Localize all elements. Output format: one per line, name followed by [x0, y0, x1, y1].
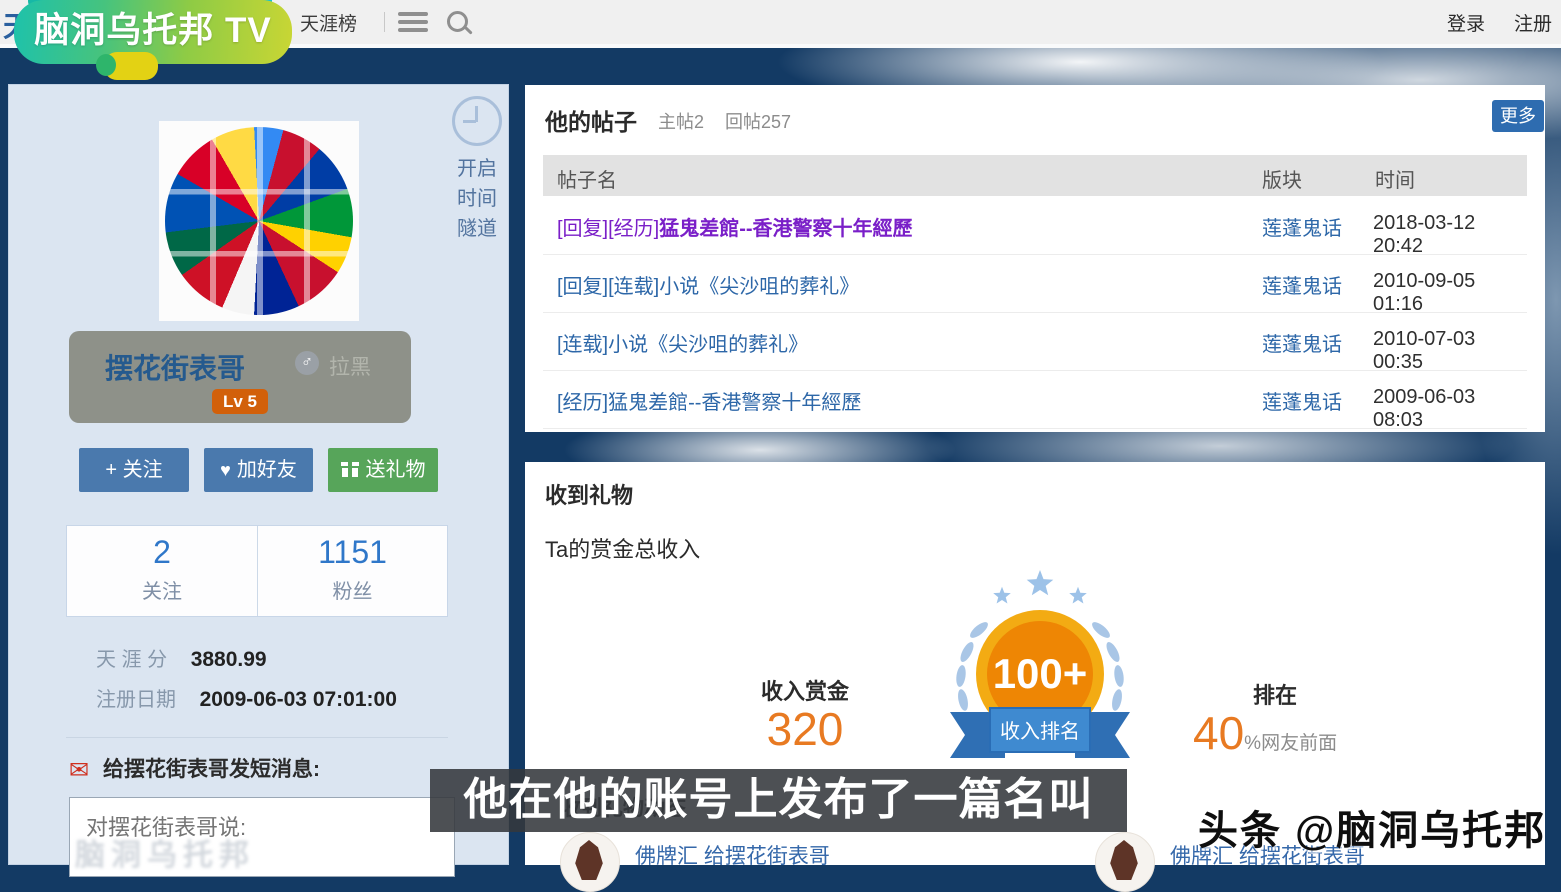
reply-posts-count: 回帖257: [725, 108, 791, 134]
video-subtitle-overlay: 他在他的账号上发布了一篇名叫: [430, 769, 1127, 832]
medal-ribbon-label: 收入排名: [1000, 720, 1080, 743]
envelope-icon: ✉: [69, 757, 89, 784]
time-tunnel-line2: 时间: [446, 184, 508, 214]
follow-button[interactable]: + 关注: [79, 448, 189, 492]
nav-tianya-rank-link[interactable]: 天涯榜: [300, 9, 357, 36]
send-message-row: ✉ 给摆花街表哥发短消息:: [69, 753, 320, 785]
post-title-link[interactable]: [连载]小说《尖沙咀的葬礼》: [557, 328, 808, 357]
following-stat[interactable]: 2 关注: [67, 526, 257, 616]
post-time: 2009-06-03 08:03: [1373, 386, 1527, 432]
post-title-link[interactable]: [回复][连载]小说《尖沙咀的葬礼》: [557, 270, 859, 299]
board-link[interactable]: 莲蓬鬼话: [1262, 270, 1342, 299]
table-row[interactable]: [回复][连载]小说《尖沙咀的葬礼》 莲蓬鬼话 2010-09-05 01:16: [543, 254, 1527, 313]
heart-icon: ♥: [220, 460, 231, 480]
block-user-button[interactable]: 拉黑: [329, 351, 371, 381]
send-message-label: 给摆花街表哥发短消息:: [103, 758, 320, 781]
table-row[interactable]: [经历]猛鬼差館--香港警察十年經歷 莲蓬鬼话 2009-06-03 08:03: [543, 370, 1527, 429]
main-posts-count: 主帖2: [658, 108, 704, 134]
username: 摆花街表哥: [105, 347, 245, 387]
column-board: 版块: [1262, 164, 1302, 193]
followers-label: 粉丝: [258, 575, 447, 604]
male-gender-icon: ♂: [295, 351, 319, 375]
post-time: 2010-09-05 01:16: [1373, 270, 1527, 316]
followers-stat[interactable]: 1151 粉丝: [257, 526, 447, 616]
board-link[interactable]: 莲蓬鬼话: [1262, 328, 1342, 357]
follow-stats-box: 2 关注 1151 粉丝: [66, 525, 448, 617]
following-label: 关注: [67, 575, 257, 604]
login-link[interactable]: 登录: [1447, 9, 1485, 36]
username-plate: 摆花街表哥 ♂ 拉黑 Lv 5: [69, 331, 411, 423]
gift-entry-link[interactable]: 佛牌汇 给摆花街表哥: [635, 840, 830, 870]
more-posts-button[interactable]: 更多: [1492, 100, 1544, 132]
bounty-value: 320: [735, 702, 875, 756]
send-gift-button[interactable]: 送礼物: [328, 448, 438, 492]
medal-stars: [993, 570, 1087, 603]
time-tunnel-line3: 隧道: [446, 214, 508, 244]
profile-sidebar: 开启 时间 隧道 摆花街表哥 ♂ 拉黑 Lv 5 + 关注 ♥加好友 送礼物 2…: [8, 84, 509, 865]
following-count: 2: [67, 534, 257, 571]
board-link[interactable]: 莲蓬鬼话: [1262, 386, 1342, 415]
register-link[interactable]: 注册: [1514, 9, 1552, 36]
gifts-panel-title: 收到礼物: [545, 478, 633, 510]
column-post-name: 帖子名: [557, 164, 617, 193]
time-tunnel-button[interactable]: 开启 时间 隧道: [446, 96, 508, 244]
sidebar-divider: [66, 737, 448, 738]
rank-percent-value: 40: [1193, 706, 1244, 760]
add-friend-button[interactable]: ♥加好友: [204, 448, 313, 492]
column-time: 时间: [1375, 164, 1415, 193]
toutiao-watermark: 头条 @脑洞乌托邦: [1198, 798, 1546, 856]
search-icon[interactable]: [447, 11, 468, 32]
followers-count: 1151: [258, 534, 447, 571]
post-time: 2018-03-12 20:42: [1373, 212, 1527, 258]
table-row[interactable]: [连载]小说《尖沙咀的葬礼》 莲蓬鬼话 2010-07-03 00:35: [543, 312, 1527, 371]
posts-table-header: 帖子名 版块 时间: [543, 155, 1527, 196]
gift-icon: [341, 462, 359, 477]
level-badge: Lv 5: [212, 389, 268, 414]
registration-date-label: 注册日期: [96, 689, 176, 711]
nav-divider: [384, 12, 385, 32]
medal-value: 100+: [993, 650, 1088, 697]
tianya-score-row: 天 涯 分 3880.99: [96, 643, 267, 672]
registration-date-row: 注册日期 2009-06-03 07:01:00: [96, 683, 397, 712]
income-rank-medal: 100+ 收入排名: [905, 562, 1175, 772]
board-link[interactable]: 莲蓬鬼话: [1262, 212, 1342, 241]
avatar[interactable]: [159, 121, 359, 321]
post-title-link[interactable]: [回复][经历]猛鬼差館--香港警察十年經歷: [557, 212, 913, 241]
menu-icon[interactable]: [398, 12, 428, 36]
table-row[interactable]: [回复][经历]猛鬼差館--香港警察十年經歷 莲蓬鬼话 2018-03-12 2…: [543, 196, 1527, 255]
rank-suffix: %网友前面: [1244, 728, 1337, 755]
registration-date-value: 2009-06-03 07:01:00: [200, 688, 397, 711]
bounty-income-title: Ta的赏金总收入: [545, 532, 700, 564]
rank-value-row: 40 %网友前面: [1193, 706, 1453, 760]
clock-icon: [452, 96, 502, 146]
tianya-profile-page: { "brand": { "logo_text": "脑洞乌托邦 TV", "h…: [0, 0, 1561, 865]
posts-panel: 他的帖子 主帖2 回帖257 更多 帖子名 版块 时间 [回复][经历]猛鬼差館…: [525, 85, 1545, 432]
tianya-score-value: 3880.99: [191, 648, 267, 671]
logo-decor-green: [96, 54, 116, 76]
posts-panel-title: 他的帖子: [545, 103, 637, 137]
flag-globe-image: [165, 127, 353, 315]
time-tunnel-line1: 开启: [446, 154, 508, 184]
message-input[interactable]: [69, 797, 455, 877]
post-title-link[interactable]: [经历]猛鬼差館--香港警察十年經歷: [557, 386, 861, 415]
post-time: 2010-07-03 00:35: [1373, 328, 1527, 374]
tianya-score-label: 天 涯 分: [96, 649, 167, 671]
